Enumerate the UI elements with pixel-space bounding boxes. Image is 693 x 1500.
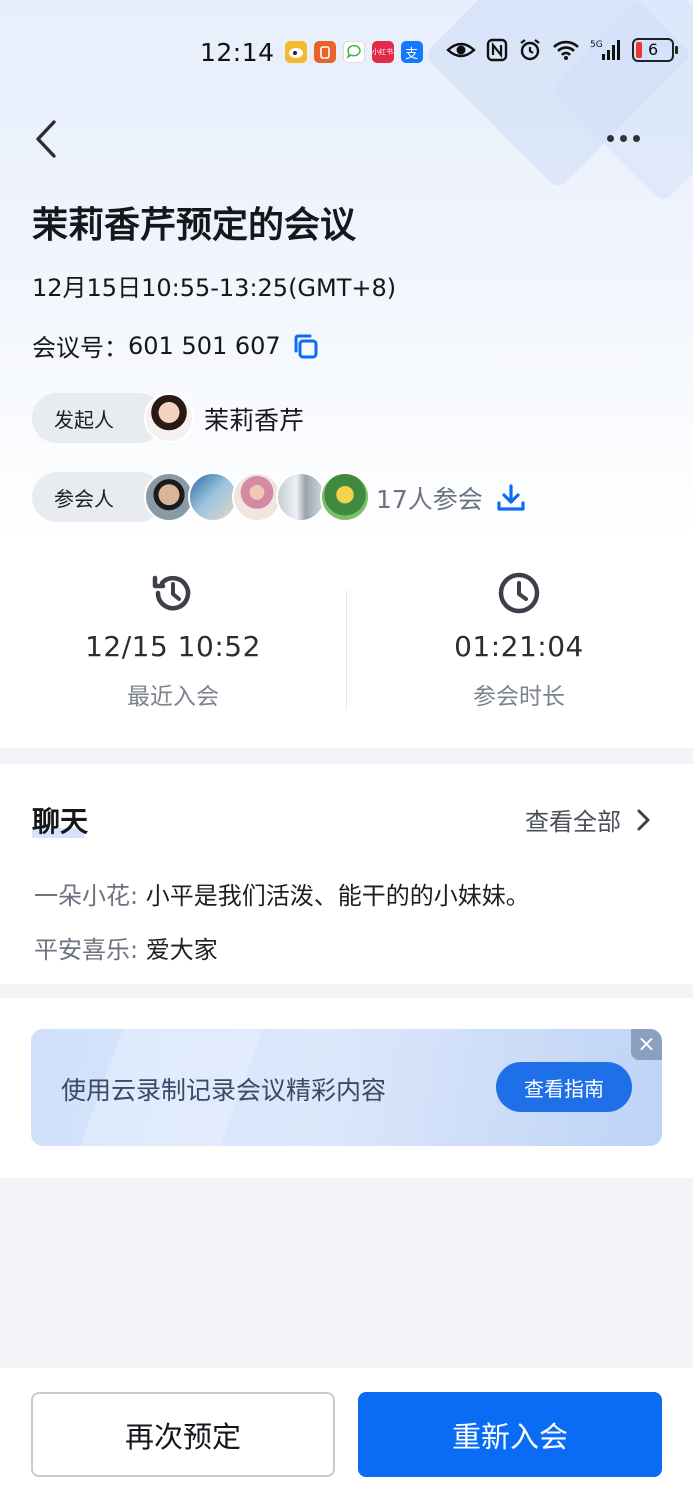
bottom-action-bar: 再次预定 重新入会 xyxy=(0,1368,693,1500)
recent-join-stat: 12/15 10:52 最近入会 xyxy=(0,570,346,711)
view-guide-button[interactable]: 查看指南 xyxy=(496,1062,632,1112)
message-text: 小平是我们活泼、能干的的小妹妹。 xyxy=(145,882,530,910)
more-dot xyxy=(607,134,614,142)
clock-icon xyxy=(498,572,540,614)
duration-value: 01:21:04 xyxy=(454,630,584,663)
notification-icons: 小红书 支 xyxy=(284,41,423,63)
download-icon[interactable] xyxy=(496,483,526,513)
message-icon xyxy=(342,41,365,63)
back-button[interactable] xyxy=(30,118,66,160)
message-text: 爱大家 xyxy=(145,936,218,964)
host-name: 茉莉香芹 xyxy=(204,406,305,435)
attendee-avatar[interactable] xyxy=(188,472,238,522)
battery-icon: 6 xyxy=(632,38,678,62)
chevron-right-icon xyxy=(637,809,650,830)
battery-level: 6 xyxy=(648,40,659,59)
weibo-icon xyxy=(284,41,307,63)
chat-title: 聊天 xyxy=(32,805,89,838)
status-time: 12:14 xyxy=(200,37,275,67)
svg-text:5G: 5G xyxy=(590,40,603,50)
meeting-stats: 12/15 10:52 最近入会 01:21:04 参会时长 xyxy=(0,540,693,748)
attendee-avatar[interactable] xyxy=(320,472,370,522)
rebook-button[interactable]: 再次预定 xyxy=(31,1392,335,1477)
view-all-label: 查看全部 xyxy=(525,808,621,836)
message-sender: 一朵小花: xyxy=(34,882,139,910)
alipay-icon: 支 xyxy=(400,41,423,63)
promo-section: 使用云录制记录会议精彩内容 查看指南 × xyxy=(0,998,693,1178)
cloud-recording-banner[interactable]: 使用云录制记录会议精彩内容 查看指南 × xyxy=(31,1029,662,1146)
close-icon[interactable]: × xyxy=(631,1029,662,1060)
chat-message: 一朵小花: 小平是我们活泼、能干的的小妹妹。 xyxy=(34,876,530,911)
status-bar: 12:14 小红书 支 xyxy=(200,34,423,70)
rejoin-button[interactable]: 重新入会 xyxy=(358,1392,662,1477)
recent-join-value: 12/15 10:52 xyxy=(85,630,261,663)
orange-app-icon xyxy=(313,41,336,63)
meeting-time-range: 12月15日10:55-13:25(GMT+8) xyxy=(32,274,397,302)
banner-text: 使用云录制记录会议精彩内容 xyxy=(61,1076,387,1105)
attendee-avatar[interactable] xyxy=(276,472,326,522)
duration-label: 参会时长 xyxy=(473,684,565,710)
meeting-title: 茉莉香芹预定的会议 xyxy=(32,205,357,246)
more-button[interactable] xyxy=(607,128,647,148)
view-all-chat-button[interactable]: 查看全部 xyxy=(525,802,651,837)
duration-stat: 01:21:04 参会时长 xyxy=(346,570,692,711)
recent-join-label: 最近入会 xyxy=(127,684,219,710)
meeting-id-label: 会议号： xyxy=(32,334,128,362)
meeting-id-row: 会议号： 601 501 607 xyxy=(32,328,319,363)
system-icons: 5G 6 xyxy=(446,38,678,62)
wifi-icon xyxy=(553,40,579,60)
attendee-avatar[interactable] xyxy=(144,472,194,522)
meeting-id-value: 601 501 607 xyxy=(128,331,281,360)
message-sender: 平安喜乐: xyxy=(34,936,139,964)
history-icon xyxy=(152,575,191,611)
more-dot xyxy=(633,134,640,142)
more-dot xyxy=(620,134,627,142)
attendees-count[interactable]: 17人参会 xyxy=(376,480,483,516)
chat-section: 聊天 查看全部 一朵小花: 小平是我们活泼、能干的的小妹妹。 平安喜乐: 爱大家 xyxy=(0,764,693,984)
copy-icon[interactable] xyxy=(291,332,319,360)
chat-message: 平安喜乐: 爱大家 xyxy=(34,930,218,965)
red-app-icon: 小红书 xyxy=(371,41,394,63)
nfc-icon xyxy=(486,38,508,62)
signal-5g-icon: 5G xyxy=(590,40,620,60)
eye-icon xyxy=(446,42,476,58)
alarm-icon xyxy=(520,39,540,61)
attendee-avatar[interactable] xyxy=(232,472,282,522)
host-avatar xyxy=(144,393,194,443)
